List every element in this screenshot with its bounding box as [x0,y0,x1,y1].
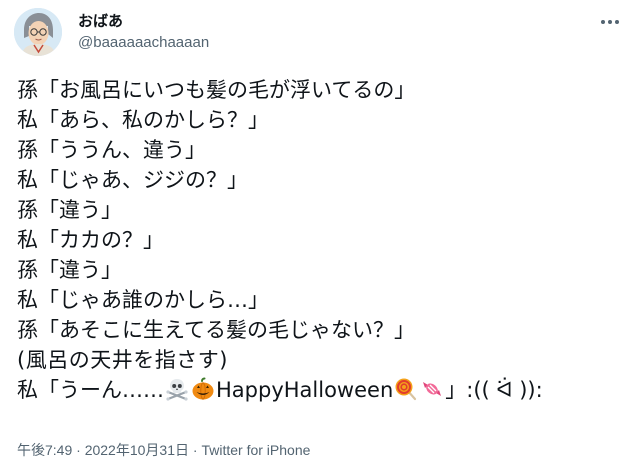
avatar-illustration [14,8,62,56]
tweet-line: 私「カカの？」 [17,228,164,252]
tweet-header: おばあ @baaaaaachaaaan [14,8,626,60]
tweet-line: 私「じゃあ誰のかしら…」 [17,288,269,312]
tweet-line: 孫「あそこに生えてる髪の毛じゃない？」 [17,318,415,342]
user-handle[interactable]: @baaaaaachaaaan [78,33,209,53]
more-dots-icon [601,20,619,24]
tweet-line: (風呂の天井を指さす) [17,348,228,372]
tweet-meta: 午後7:49 · 2022年10月31日 · Twitter for iPhon… [17,440,310,460]
tweet: おばあ @baaaaaachaaaan 孫「お風呂にいつも髪の毛が浮いてるの」 … [0,0,640,465]
tweet-source: Twitter for iPhone [201,442,311,458]
last-line-middle: HappyHalloween [216,378,394,402]
meta-separator: · [72,442,85,458]
user-names: おばあ @baaaaaachaaaan [78,11,209,53]
jack-o-lantern-icon [191,377,215,409]
tweet-line: 孫「ううん、違う」 [17,138,206,162]
last-line-prefix: 私「うーん…… [17,378,164,402]
tweet-line: 孫「お風呂にいつも髪の毛が浮いてるの」 [17,78,416,102]
tweet-date[interactable]: 2022年10月31日 [85,442,189,458]
meta-separator: · [189,442,202,458]
tweet-text: 孫「お風呂にいつも髪の毛が浮いてるの」 私「あら、私のかしら？」 孫「ううん、違… [17,75,627,405]
tweet-line: 孫「違う」 [17,198,122,222]
tweet-line: 孫「違う」 [17,258,122,282]
tweet-time[interactable]: 午後7:49 [17,442,72,458]
more-options-button[interactable] [596,10,624,34]
lollipop-icon [394,377,418,409]
display-name[interactable]: おばあ [78,11,209,31]
tweet-line: 私「じゃあ、ジジの？」 [17,168,248,192]
tweet-line: 私「あら、私のかしら？」 [17,108,269,132]
skull-crossbones-icon [165,377,189,409]
tweet-line-last: 私「うーん…… HappyHalloween 」:((ᐛ)): [17,375,627,405]
candy-icon [420,377,444,409]
last-line-suffix: 」:(( ᐛ )): [445,378,543,402]
avatar[interactable] [14,8,62,56]
